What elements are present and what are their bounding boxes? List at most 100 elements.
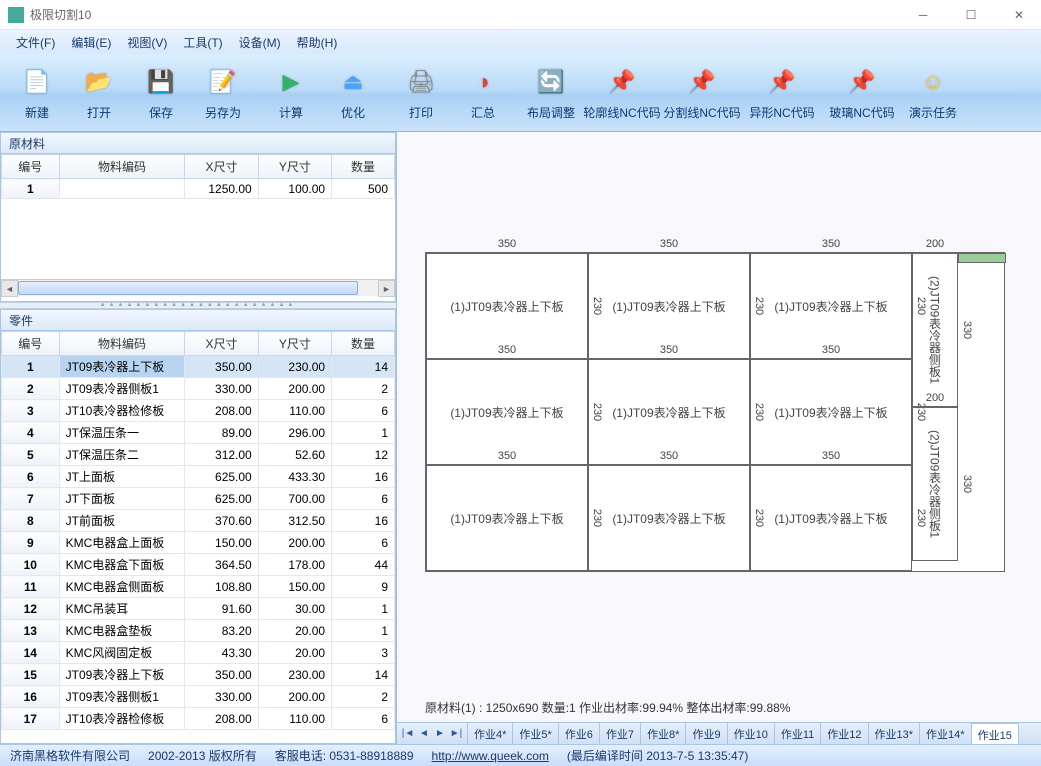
toolbar-saveas-button[interactable]: 📝另存为 [192,58,254,128]
saveas-icon: 📝 [205,64,241,100]
header-cell[interactable]: Y尺寸 [258,155,331,179]
layout-piece[interactable]: 350230(1)JT09表冷器上下板 [588,465,750,571]
menu-5[interactable]: 帮助(H) [291,32,344,53]
outline-icon: 📌 [604,64,640,100]
tab-next-icon[interactable]: ► [433,727,447,741]
table-row[interactable]: 3JT10表冷器检修板208.00110.006 [2,400,395,422]
toolbar-optimize-button[interactable]: ⏏优化 [322,58,384,128]
print-icon: 🖨 [403,64,439,100]
header-cell[interactable]: 数量 [332,155,395,179]
job-tab[interactable]: 作业8* [640,723,685,744]
status-compiled: (最后编译时间 2013-7-5 13:35:47) [567,747,748,764]
open-icon: 📂 [81,64,117,100]
close-button[interactable]: ✕ [1005,5,1033,25]
save-icon: 💾 [143,64,179,100]
table-row[interactable]: 16JT09表冷器侧板1330.00200.002 [2,686,395,708]
menu-2[interactable]: 视图(V) [121,32,173,53]
job-tab[interactable]: 作业10 [727,723,774,744]
table-row[interactable]: 11250.00100.00500 [2,179,395,199]
job-tab[interactable]: 作业13* [868,723,920,744]
status-phone: 客服电话: 0531-88918889 [275,747,414,764]
table-row[interactable]: 5JT保温压条二312.0052.6012 [2,444,395,466]
table-row[interactable]: 6JT上面板625.00433.3016 [2,466,395,488]
job-tab[interactable]: 作业7 [599,723,640,744]
job-tab[interactable]: 作业12 [820,723,867,744]
menu-bar: 文件(F)编辑(E)视图(V)工具(T)设备(M)帮助(H) [0,30,1041,54]
header-cell[interactable]: Y尺寸 [258,332,331,356]
splitter-handle[interactable]: ▲▲▲▲▲▲▲▲▲▲▲▲▲▲▲▲▲▲▲▲▲▲ [0,302,396,309]
toolbar-split-button[interactable]: 📌分割线NC代码 [662,58,742,128]
layout-piece[interactable]: 350230(1)JT09表冷器上下板 [426,465,588,571]
header-cell[interactable]: X尺寸 [185,155,258,179]
table-row[interactable]: 13KMC电器盒垫板83.2020.001 [2,620,395,642]
scrollbar-thumb[interactable] [18,281,358,295]
scroll-right-icon[interactable]: ► [378,280,395,297]
header-cell[interactable]: 数量 [332,332,395,356]
job-tab[interactable]: 作业4* [467,723,512,744]
menu-0[interactable]: 文件(F) [10,32,61,53]
status-url[interactable]: http://www.queek.com [432,749,549,763]
layout-piece[interactable]: 200330(2)JT09表冷器侧板1 [912,407,958,561]
toolbar-calc-button[interactable]: ▶计算 [260,58,322,128]
layout-piece[interactable]: 200330(2)JT09表冷器侧板1 [912,253,958,407]
header-cell[interactable]: 物料编码 [59,155,185,179]
shape-icon: 📌 [764,64,800,100]
table-row[interactable]: 1JT09表冷器上下板350.00230.0014 [2,356,395,378]
toolbar-shape-button[interactable]: 📌异形NC代码 [742,58,822,128]
table-row[interactable]: 15JT09表冷器上下板350.00230.0014 [2,664,395,686]
tab-last-icon[interactable]: ►| [449,727,463,741]
job-tab[interactable]: 作业5* [512,723,557,744]
menu-3[interactable]: 工具(T) [177,32,228,53]
tab-first-icon[interactable]: |◄ [401,727,415,741]
raw-materials-grid[interactable]: 编号物料编码X尺寸Y尺寸数量11250.00100.00500 ◄ ► [0,154,396,302]
header-cell[interactable]: 物料编码 [59,332,185,356]
minimize-button[interactable]: ─ [909,5,937,25]
calc-icon: ▶ [273,64,309,100]
toolbar-print-button[interactable]: 🖨打印 [390,58,452,128]
scroll-left-icon[interactable]: ◄ [1,280,18,297]
job-tab[interactable]: 作业6 [558,723,599,744]
toolbar-adjust-button[interactable]: 🔄布局调整 [520,58,582,128]
layout-canvas[interactable]: 350230(1)JT09表冷器上下板350230(1)JT09表冷器上下板35… [397,132,1041,693]
parts-grid[interactable]: 编号物料编码X尺寸Y尺寸数量1JT09表冷器上下板350.00230.00142… [0,331,396,744]
table-row[interactable]: 8JT前面板370.60312.5016 [2,510,395,532]
table-row[interactable]: 9KMC电器盒上面板150.00200.006 [2,532,395,554]
status-copyright: 2002-2013 版权所有 [148,747,257,764]
toolbar-save-button[interactable]: 💾保存 [130,58,192,128]
job-tab[interactable]: 作业14* [919,723,971,744]
adjust-icon: 🔄 [533,64,569,100]
title-bar: 极限切割10 ─ ☐ ✕ [0,0,1041,30]
split-icon: 📌 [684,64,720,100]
table-row[interactable]: 4JT保温压条一89.00296.001 [2,422,395,444]
table-row[interactable]: 11KMC电器盒侧面板108.80150.009 [2,576,395,598]
header-cell[interactable]: 编号 [2,332,60,356]
header-cell[interactable]: 编号 [2,155,60,179]
job-tab[interactable]: 作业11 [774,723,820,744]
horizontal-scrollbar[interactable]: ◄ ► [1,279,395,296]
toolbar-glass-button[interactable]: 📌玻璃NC代码 [822,58,902,128]
tab-prev-icon[interactable]: ◄ [417,727,431,741]
app-icon [8,7,24,23]
menu-4[interactable]: 设备(M) [233,32,287,53]
status-bar: 济南黑格软件有限公司 2002-2013 版权所有 客服电话: 0531-889… [0,744,1041,766]
toolbar-demo-button[interactable]: ☺演示任务 [902,58,964,128]
layout-piece[interactable]: 350230(1)JT09表冷器上下板 [750,465,912,571]
toolbar-open-button[interactable]: 📂打开 [68,58,130,128]
table-row[interactable]: 10KMC电器盒下面板364.50178.0044 [2,554,395,576]
scrap-piece [958,253,1006,263]
table-row[interactable]: 12KMC吊装耳91.6030.001 [2,598,395,620]
menu-1[interactable]: 编辑(E) [65,32,117,53]
glass-icon: 📌 [844,64,880,100]
toolbar-new-button[interactable]: 📄新建 [6,58,68,128]
table-row[interactable]: 14KMC风阀固定板43.3020.003 [2,642,395,664]
job-tab[interactable]: 作业15 [971,723,1019,744]
table-row[interactable]: 2JT09表冷器侧板1330.00200.002 [2,378,395,400]
maximize-button[interactable]: ☐ [957,5,985,25]
job-tabs: |◄ ◄ ► ►| 作业4*作业5*作业6作业7作业8*作业9作业10作业11作… [397,722,1041,744]
toolbar-outline-button[interactable]: 📌轮廓线NC代码 [582,58,662,128]
job-tab[interactable]: 作业9 [685,723,726,744]
toolbar-summary-button[interactable]: ◑汇总 [452,58,514,128]
table-row[interactable]: 7JT下面板625.00700.006 [2,488,395,510]
table-row[interactable]: 17JT10表冷器检修板208.00110.006 [2,708,395,730]
header-cell[interactable]: X尺寸 [185,332,258,356]
